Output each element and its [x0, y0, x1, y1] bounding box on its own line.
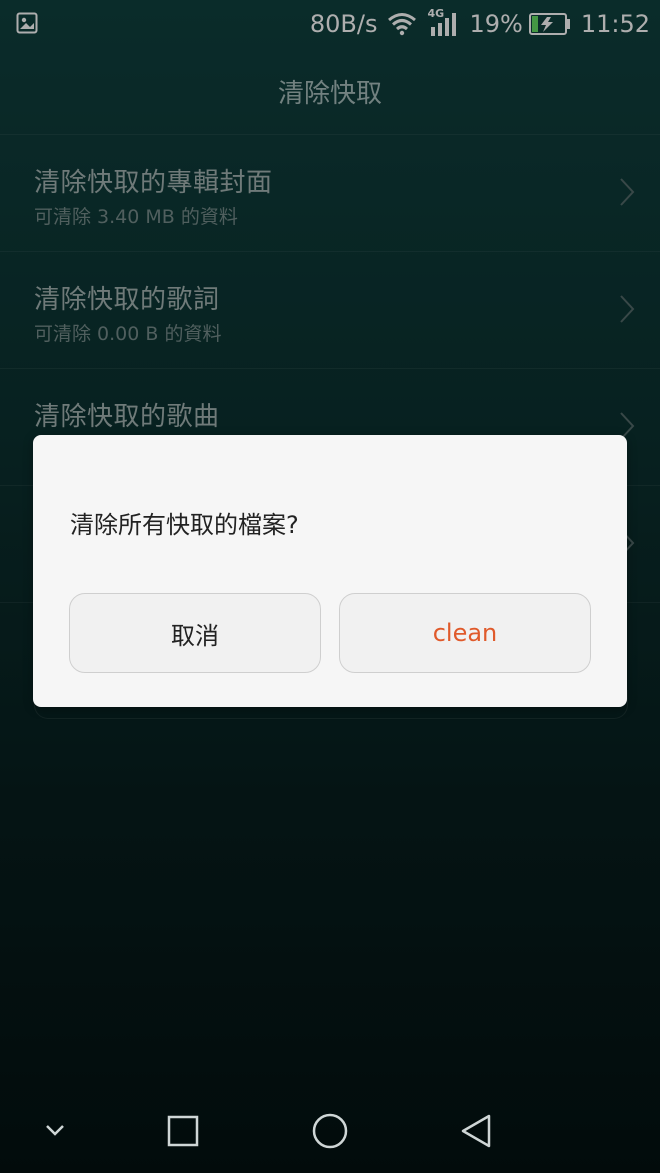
- back-icon[interactable]: [458, 1112, 494, 1150]
- navigation-bar: [0, 1095, 660, 1173]
- dialog-message: 清除所有快取的檔案?: [70, 511, 299, 539]
- cancel-button[interactable]: 取消: [69, 593, 321, 673]
- clean-button[interactable]: clean: [339, 593, 591, 673]
- recent-apps-icon[interactable]: [166, 1114, 200, 1148]
- home-icon[interactable]: [311, 1112, 349, 1150]
- confirm-dialog: 清除所有快取的檔案? 取消 clean: [33, 435, 627, 707]
- chevron-down-icon[interactable]: [44, 1123, 66, 1137]
